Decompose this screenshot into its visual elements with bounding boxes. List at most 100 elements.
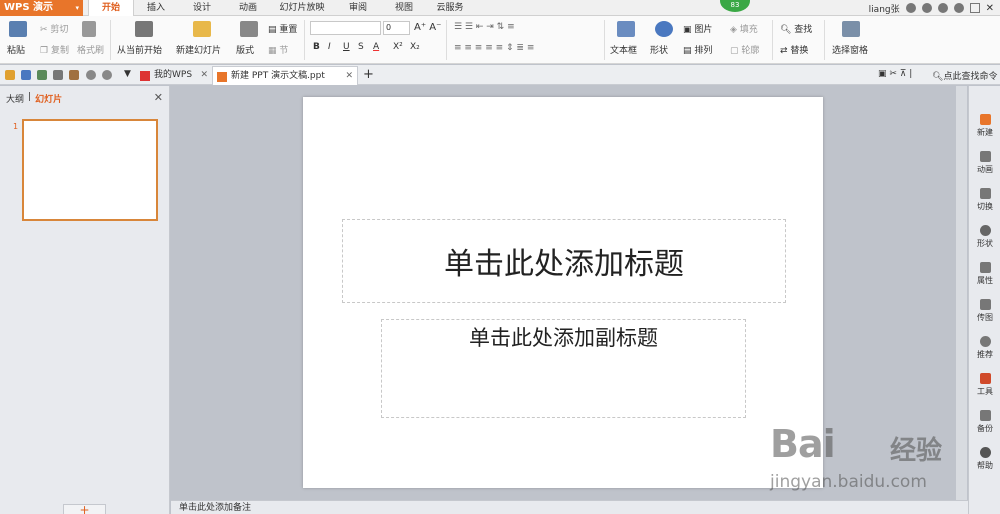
tab-outline[interactable]: 大纲 bbox=[6, 92, 24, 105]
ribbon-separator bbox=[824, 20, 825, 60]
section-button[interactable]: ▦ 节 bbox=[268, 43, 288, 56]
shape-icon[interactable] bbox=[655, 21, 673, 37]
minimize-icon[interactable] bbox=[969, 3, 980, 13]
format-painter-button[interactable]: 格式刷 bbox=[77, 43, 104, 56]
paste-button[interactable]: 粘贴 bbox=[7, 43, 25, 56]
select-pane-icon[interactable] bbox=[842, 21, 860, 37]
select-pane-button[interactable]: 选择窗格 bbox=[832, 43, 868, 56]
close-icon[interactable]: ✕ bbox=[986, 3, 994, 14]
text-box-icon[interactable] bbox=[617, 21, 635, 37]
close-icon[interactable]: ✕ bbox=[345, 67, 353, 86]
share-icon[interactable] bbox=[937, 3, 948, 13]
right-new-button[interactable]: 新建 bbox=[969, 114, 1000, 138]
slide[interactable]: 单击此处添加标题 单击此处添加副标题 bbox=[303, 97, 823, 488]
help-icon[interactable] bbox=[953, 3, 964, 13]
grow-font-button[interactable]: A⁺ A⁻ bbox=[414, 22, 441, 33]
layout-button[interactable]: 版式 bbox=[236, 43, 254, 56]
toolbar-extra-icons[interactable]: ▣ ✂ ⊼ | bbox=[878, 69, 912, 79]
reset-label: 重置 bbox=[279, 25, 298, 35]
tab-home[interactable]: 开始 bbox=[88, 0, 134, 16]
outline-button[interactable]: ▢ 轮廓 bbox=[730, 43, 759, 56]
fill-button[interactable]: ◈ 填充 bbox=[730, 22, 758, 35]
font-size-select[interactable]: 0 bbox=[383, 21, 410, 35]
right-upload-picture-button[interactable]: 传图 bbox=[969, 299, 1000, 323]
tab-design[interactable]: 设计 bbox=[184, 0, 220, 16]
toolbox-icon bbox=[979, 373, 991, 384]
format-painter-icon[interactable] bbox=[82, 21, 96, 37]
preview-icon[interactable] bbox=[69, 70, 79, 80]
properties-icon bbox=[979, 262, 991, 273]
slide-thumbnail[interactable] bbox=[22, 119, 158, 221]
font-name-select[interactable] bbox=[310, 21, 381, 35]
superscript-button[interactable]: X² bbox=[393, 42, 403, 52]
settings-icon[interactable] bbox=[921, 3, 932, 13]
add-slide-button[interactable]: + bbox=[63, 504, 106, 514]
italic-button[interactable]: I bbox=[328, 42, 331, 52]
text-box-button[interactable]: 文本框 bbox=[610, 43, 637, 56]
font-color-button[interactable]: A bbox=[373, 42, 379, 52]
user-name[interactable]: liang张 bbox=[869, 2, 900, 15]
right-label: 动画 bbox=[977, 165, 993, 174]
tab-animation[interactable]: 动画 bbox=[230, 0, 266, 16]
subtitle-placeholder[interactable]: 单击此处添加副标题 bbox=[381, 319, 746, 418]
open-icon[interactable] bbox=[5, 70, 15, 80]
tab-cloud[interactable]: 云服务 bbox=[428, 0, 472, 16]
new-tab-button[interactable]: + bbox=[363, 67, 374, 82]
search-command-label: 点此查找命令 bbox=[943, 72, 998, 82]
new-slide-icon[interactable] bbox=[193, 21, 211, 37]
paste-icon[interactable] bbox=[9, 21, 27, 37]
ribbon-toolbar: 粘贴 ✂ 剪切 ❐ 复制 格式刷 从当前开始 新建幻灯片 版式 ▤ 重置 ▦ 节… bbox=[0, 16, 1000, 64]
strikethrough-button[interactable]: S bbox=[358, 42, 364, 52]
new-slide-button[interactable]: 新建幻灯片 bbox=[176, 43, 221, 56]
arrange-button[interactable]: ▤ 排列 bbox=[683, 43, 712, 56]
right-properties-button[interactable]: 属性 bbox=[969, 262, 1000, 286]
right-tools-button[interactable]: 工具 bbox=[969, 373, 1000, 397]
close-icon[interactable]: ✕ bbox=[200, 66, 208, 85]
subscript-button[interactable]: X₂ bbox=[410, 42, 420, 52]
picture-label: 图片 bbox=[694, 25, 713, 35]
app-menu-button[interactable]: WPS 演示 ▾ bbox=[0, 0, 83, 16]
wps-logo-icon bbox=[140, 71, 150, 81]
redo-icon[interactable] bbox=[102, 70, 112, 80]
underline-button[interactable]: U bbox=[343, 42, 350, 52]
doc-tab-presentation[interactable]: 新建 PPT 演示文稿.ppt ✕ bbox=[212, 66, 358, 85]
skin-icon[interactable] bbox=[905, 3, 916, 13]
picture-button[interactable]: ▣ 图片 bbox=[683, 22, 712, 35]
tab-view[interactable]: 视图 bbox=[386, 0, 422, 16]
cut-button[interactable]: ✂ 剪切 bbox=[40, 22, 68, 35]
tab-review[interactable]: 审阅 bbox=[340, 0, 376, 16]
layout-icon[interactable] bbox=[240, 21, 258, 37]
quick-access-dropdown-icon[interactable]: ▼ bbox=[124, 69, 131, 79]
paragraph-tools-row1[interactable]: ☰ ☰ ⇤ ⇥ ⇅ ≡ bbox=[454, 22, 515, 32]
bold-button[interactable]: B bbox=[313, 42, 320, 52]
copy-button[interactable]: ❐ 复制 bbox=[40, 43, 69, 56]
slideshow-icon[interactable] bbox=[135, 21, 153, 37]
tab-insert[interactable]: 插入 bbox=[138, 0, 174, 16]
right-transition-button[interactable]: 切换 bbox=[969, 188, 1000, 212]
doc-tab-mywps[interactable]: 我的WPS ✕ bbox=[136, 66, 212, 85]
replace-button[interactable]: ⇄ 替换 bbox=[780, 43, 808, 56]
slide-number: 1 bbox=[13, 122, 19, 131]
find-button[interactable]: 🔍︎ 查找 bbox=[780, 22, 812, 35]
doc-tab-label: 新建 PPT 演示文稿.ppt bbox=[231, 71, 325, 81]
level-badge[interactable]: 83 bbox=[720, 0, 750, 12]
save-icon[interactable] bbox=[21, 70, 31, 80]
right-recommend-button[interactable]: 推荐 bbox=[969, 336, 1000, 360]
print-icon[interactable] bbox=[53, 70, 63, 80]
shape-button[interactable]: 形状 bbox=[650, 43, 668, 56]
title-placeholder[interactable]: 单击此处添加标题 bbox=[342, 219, 786, 303]
search-command-button[interactable]: 🔍︎点此查找命令 bbox=[932, 69, 997, 82]
tab-slideshow[interactable]: 幻灯片放映 bbox=[272, 0, 332, 16]
reset-button[interactable]: ▤ 重置 bbox=[268, 22, 297, 35]
paragraph-tools-row2[interactable]: ≡ ≡ ≡ ≡ ≡ ⇕ ≣ ≡ bbox=[454, 43, 534, 53]
undo-icon[interactable] bbox=[86, 70, 96, 80]
from-current-button[interactable]: 从当前开始 bbox=[117, 43, 162, 56]
save-as-icon[interactable] bbox=[37, 70, 47, 80]
close-icon[interactable]: ✕ bbox=[154, 91, 163, 104]
outline-label: 轮廓 bbox=[741, 46, 760, 56]
tab-slides[interactable]: 幻灯片 bbox=[35, 92, 62, 105]
right-shape-button[interactable]: 形状 bbox=[969, 225, 1000, 249]
right-animation-button[interactable]: 动画 bbox=[969, 151, 1000, 175]
watermark-brand: Bai bbox=[770, 422, 836, 466]
ribbon-separator bbox=[604, 20, 605, 60]
